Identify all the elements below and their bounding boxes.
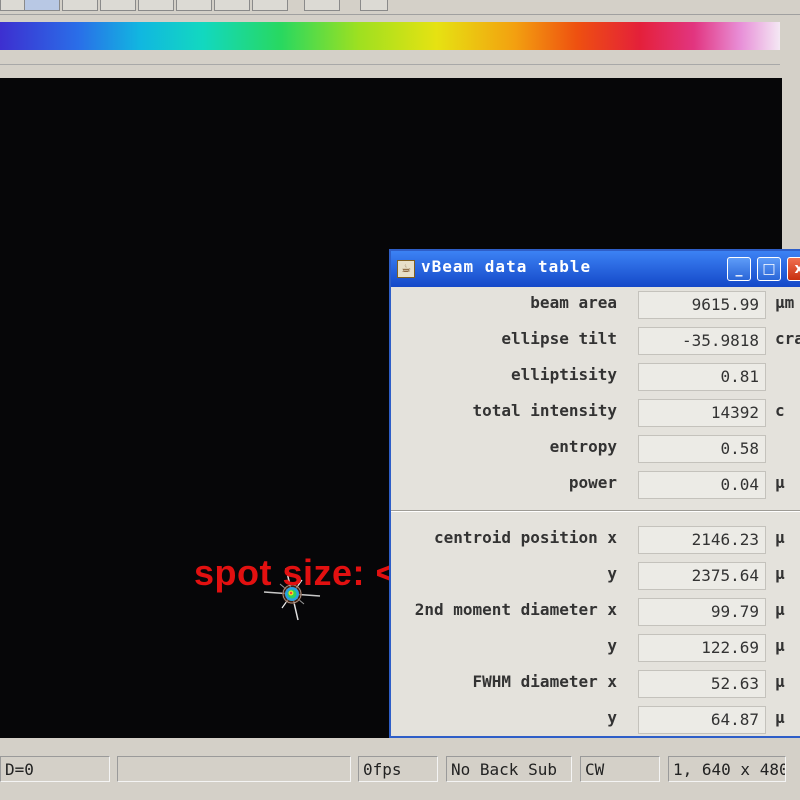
row-value: 2146.23	[638, 526, 766, 554]
table-row: elliptisity 0.81	[391, 359, 800, 395]
row-unit: c	[775, 401, 785, 420]
row-value: 0.04	[638, 471, 766, 499]
table-row: FWHM diameter x 52.63 µ	[391, 666, 800, 702]
row-label: 2nd moment diameter x	[414, 600, 617, 619]
row-value: 99.79	[638, 598, 766, 626]
row-unit: µ	[775, 473, 785, 492]
toolbar-button-4[interactable]	[100, 0, 136, 11]
panel-separator	[0, 64, 780, 79]
status-field-backsub: No Back Sub	[446, 756, 572, 782]
status-field-empty	[117, 756, 351, 782]
row-unit: µ	[775, 672, 785, 691]
row-unit: µ	[775, 528, 785, 547]
data-table-titlebar[interactable]: ☕ vBeam data table _ □ x	[391, 251, 800, 287]
toolbar-button-3[interactable]	[62, 0, 98, 11]
status-field-fps: 0fps	[358, 756, 438, 782]
table-row: y 2375.64 µ	[391, 558, 800, 594]
row-value: 14392	[638, 399, 766, 427]
table-row: 2nd moment diameter x 99.79 µ	[391, 594, 800, 630]
table-row: ellipse tilt -35.9818 cra	[391, 323, 800, 359]
row-unit: µ	[775, 708, 785, 727]
status-field-mode: CW	[580, 756, 660, 782]
row-unit: µ	[775, 564, 785, 583]
table-row: centroid position x 2146.23 µ	[391, 522, 800, 558]
row-label: ellipse tilt	[501, 329, 617, 348]
close-button[interactable]: x	[787, 257, 800, 281]
row-label: total intensity	[472, 401, 618, 420]
row-value: -35.9818	[638, 327, 766, 355]
toolbar-button-8[interactable]	[252, 0, 288, 11]
row-unit: µ	[775, 600, 785, 619]
java-app-icon: ☕	[397, 260, 415, 278]
row-value: 0.58	[638, 435, 766, 463]
minimize-button[interactable]: _	[727, 257, 751, 281]
table-row: beam area 9615.99 µm	[391, 287, 800, 323]
toolbar-button-9[interactable]	[304, 0, 340, 11]
row-unit: µ	[775, 636, 785, 655]
row-label: y	[607, 708, 617, 727]
row-label: y	[607, 636, 617, 655]
table-divider	[391, 510, 800, 512]
toolbar-button-6[interactable]	[176, 0, 212, 11]
table-row: entropy 0.58	[391, 431, 800, 467]
toolbar-button-5[interactable]	[138, 0, 174, 11]
row-label: entropy	[549, 437, 617, 456]
toolbar-button-10[interactable]	[360, 0, 388, 11]
table-row: total intensity 14392 c	[391, 395, 800, 431]
table-row: y 64.87 µ	[391, 702, 800, 736]
maximize-button[interactable]: □	[757, 257, 781, 281]
row-label: y	[607, 564, 617, 583]
row-value: 0.81	[638, 363, 766, 391]
status-field-d: D=0	[0, 756, 110, 782]
row-value: 9615.99	[638, 291, 766, 319]
toolbar-button-2[interactable]	[24, 0, 60, 11]
row-label: elliptisity	[511, 365, 617, 384]
color-palette-bar	[0, 22, 780, 50]
data-table-title: vBeam data table	[421, 257, 592, 276]
row-unit: µm	[775, 293, 795, 312]
status-field-resolution: 1, 640 x 480	[668, 756, 786, 782]
table-row: power 0.04 µ	[391, 467, 800, 503]
status-bar: D=0 0fps No Back Sub CW 1, 640 x 480	[0, 750, 800, 800]
row-label: beam area	[530, 293, 617, 312]
table-row: y 122.69 µ	[391, 630, 800, 666]
toolbar	[0, 0, 800, 15]
row-label: FWHM diameter x	[472, 672, 618, 691]
toolbar-button-7[interactable]	[214, 0, 250, 11]
row-value: 52.63	[638, 670, 766, 698]
row-value: 122.69	[638, 634, 766, 662]
data-table-window[interactable]: ☕ vBeam data table _ □ x beam area 9615.…	[389, 249, 800, 738]
row-label: centroid position x	[433, 528, 617, 547]
row-value: 2375.64	[638, 562, 766, 590]
row-label: power	[568, 473, 617, 492]
row-unit: cra	[775, 329, 800, 348]
row-value: 64.87	[638, 706, 766, 734]
